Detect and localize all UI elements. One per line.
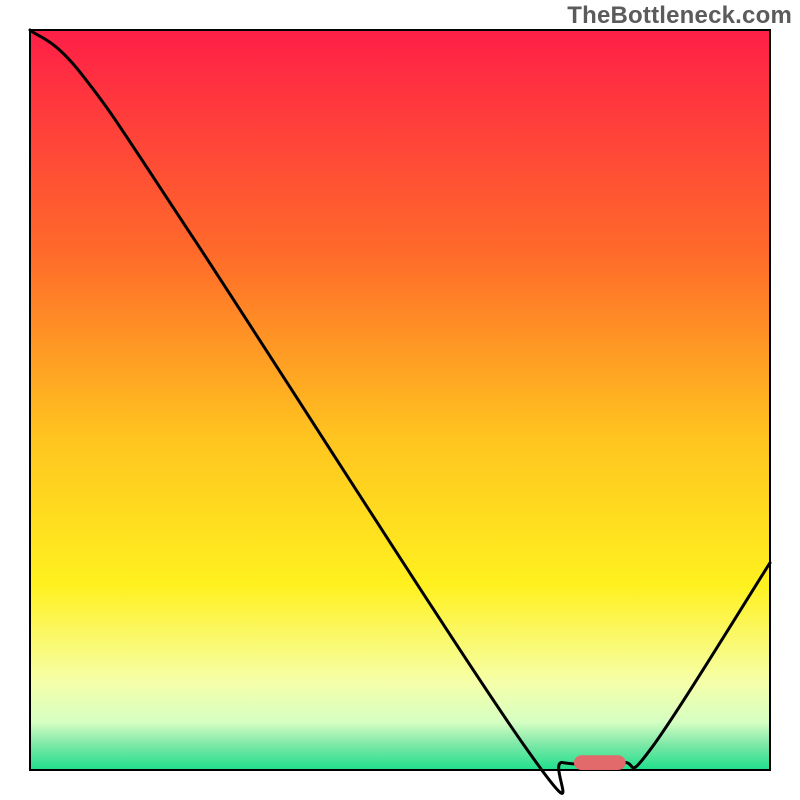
plot-background	[30, 30, 770, 770]
optimal-marker	[574, 755, 626, 770]
watermark-text: TheBottleneck.com	[567, 2, 792, 30]
bottleneck-chart	[0, 0, 800, 800]
chart-container: TheBottleneck.com	[0, 0, 800, 800]
